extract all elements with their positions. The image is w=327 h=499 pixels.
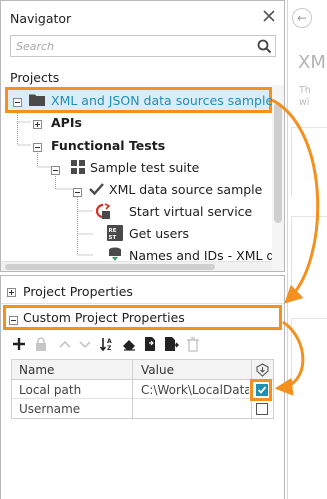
plus-expander-icon[interactable]: [7, 285, 16, 297]
sync-checkbox-checked[interactable]: [256, 384, 268, 396]
clear-icon[interactable]: [121, 336, 137, 352]
tree-label-test-case[interactable]: XML data source sample: [109, 182, 262, 197]
custom-project-properties-header[interactable]: Custom Project Properties: [23, 310, 185, 325]
folder-icon: [29, 93, 45, 106]
svg-text:RE: RE: [109, 228, 117, 234]
close-icon[interactable]: [260, 7, 278, 25]
add-icon[interactable]: [11, 336, 27, 352]
vertical-scroll-thumb[interactable]: [274, 103, 282, 223]
svg-text:ST: ST: [109, 235, 117, 241]
sync-icon[interactable]: [256, 363, 269, 377]
right-panel-heading: XM: [298, 52, 326, 73]
property-name-cell[interactable]: Username: [19, 402, 80, 416]
tree-label-start-virtual-service[interactable]: Start virtual service: [129, 204, 252, 219]
projects-label: Projects: [10, 70, 60, 85]
back-arrow-icon[interactable]: ←: [292, 8, 312, 28]
horizontal-scroll-thumb[interactable]: [5, 264, 215, 270]
properties-panel: Project Properties Custom Project Proper…: [0, 275, 285, 499]
panel-divider[interactable]: [287, 0, 288, 499]
tree-label-test-suite[interactable]: Sample test suite: [90, 160, 199, 175]
tree-label-project[interactable]: XML and JSON data sources sample: [51, 93, 273, 108]
tree-label-get-users[interactable]: Get users: [129, 226, 189, 241]
tree-label-functional-tests[interactable]: Functional Tests: [51, 138, 165, 153]
right-panel-text: Th: [299, 85, 311, 96]
tree-label-apis[interactable]: APIs: [51, 115, 82, 130]
right-panel-section: [291, 127, 327, 197]
save-icon[interactable]: [163, 336, 179, 352]
rest-request-icon: RE ST: [107, 225, 123, 241]
property-value-cell[interactable]: C:\Work\LocalData: [141, 383, 249, 397]
properties-toolbar: AZ: [11, 336, 221, 352]
minus-expander-icon[interactable]: [73, 185, 82, 197]
checkmark-icon: [89, 182, 104, 196]
sort-icon[interactable]: AZ: [99, 336, 115, 352]
collapse-icon[interactable]: [13, 95, 22, 107]
column-header-name[interactable]: Name: [19, 363, 54, 377]
virtual-service-icon: [95, 203, 111, 219]
right-panel-section: [291, 216, 327, 296]
plus-expander-icon[interactable]: [33, 117, 42, 129]
test-suite-grid-icon: [71, 160, 85, 174]
project-properties-header[interactable]: Project Properties: [23, 284, 133, 299]
column-header-value[interactable]: Value: [141, 363, 174, 377]
project-tree: XML and JSON data sources sample APIs Fu…: [1, 85, 284, 271]
column-divider[interactable]: [132, 360, 133, 418]
load-icon[interactable]: [142, 336, 158, 352]
move-up-icon: [57, 336, 73, 352]
search-icon[interactable]: [257, 39, 272, 54]
right-panel-text: wi: [299, 97, 310, 108]
table-header: Name Value: [12, 360, 273, 380]
table-row[interactable]: Username: [12, 399, 273, 418]
move-down-icon: [77, 336, 93, 352]
svg-text:Z: Z: [107, 345, 112, 352]
data-source-icon: [107, 246, 123, 262]
property-name-cell[interactable]: Local path: [19, 383, 81, 397]
navigator-panel: Navigator Projects: [0, 0, 285, 272]
vertical-scrollbar[interactable]: [272, 85, 284, 271]
horizontal-scrollbar[interactable]: [1, 261, 272, 271]
minus-expander-icon[interactable]: [9, 313, 18, 325]
svg-text:A: A: [107, 338, 112, 345]
right-panel-section: [291, 318, 327, 378]
minus-expander-icon[interactable]: [51, 163, 60, 175]
table-row[interactable]: Local path C:\Work\LocalData: [12, 380, 273, 399]
sync-checkbox[interactable]: [256, 403, 268, 415]
minus-expander-icon[interactable]: [33, 140, 42, 152]
divider: [1, 303, 284, 304]
search-box[interactable]: [10, 35, 276, 57]
properties-table: Name Value Local path C:\Work\LocalData …: [11, 359, 274, 419]
lock-icon: [33, 336, 49, 352]
delete-icon: [185, 336, 201, 352]
search-input[interactable]: [16, 38, 246, 54]
navigator-title: Navigator: [10, 11, 72, 26]
